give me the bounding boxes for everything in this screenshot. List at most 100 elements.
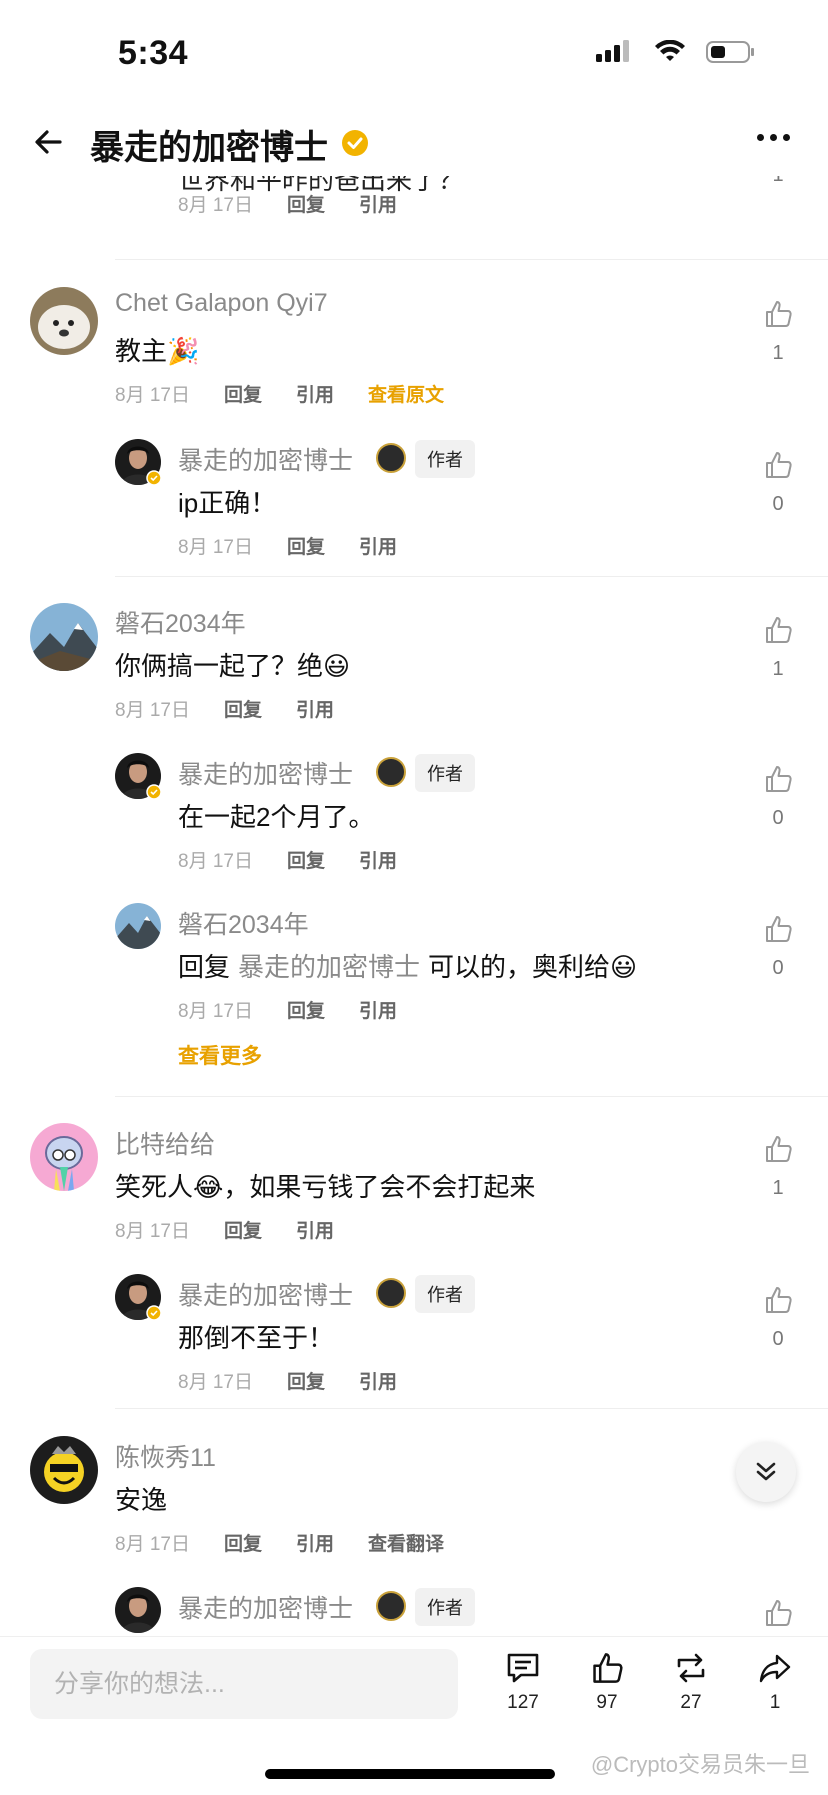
thumbs-up-icon — [766, 1600, 792, 1626]
like-post-button[interactable]: 97 — [577, 1651, 637, 1714]
reply-button[interactable]: 回复 — [287, 532, 325, 559]
reply-button[interactable]: 回复 — [224, 1216, 262, 1243]
status-icons — [596, 40, 756, 64]
like-count: 1 — [758, 176, 798, 187]
avatar[interactable] — [115, 1587, 161, 1633]
view-original-button[interactable]: 查看原文 — [368, 380, 444, 407]
like-button[interactable]: 0 — [758, 764, 798, 830]
share-button[interactable]: 1 — [745, 1651, 805, 1714]
quote-button[interactable]: 引用 — [359, 1367, 397, 1394]
reply-body: 可以的，奥利给😃 — [428, 952, 638, 982]
scroll-down-button[interactable] — [736, 1442, 796, 1502]
thumbs-up-icon — [766, 1136, 792, 1162]
reply-button[interactable]: 回复 — [287, 846, 325, 873]
like-count: 0 — [772, 1328, 784, 1350]
mention-link[interactable]: 暴走的加密博士 — [238, 947, 420, 984]
avatar-dog-image — [30, 287, 98, 355]
bottom-action-bar: 127 97 27 1 @Crypto交易员朱一旦 — [0, 1636, 828, 1795]
creator-badge-icon — [376, 1278, 406, 1308]
see-more-button[interactable]: 查看更多 — [178, 1040, 262, 1070]
like-button[interactable]: 0 — [758, 1285, 798, 1351]
avatar[interactable] — [30, 1123, 98, 1191]
quote-button[interactable]: 引用 — [296, 1529, 334, 1556]
divider — [115, 1408, 828, 1409]
comment-icon — [507, 1653, 539, 1683]
like-button[interactable]: 1 — [758, 299, 798, 365]
quote-button[interactable]: 引用 — [359, 190, 397, 217]
comment-meta: 8月 17日 回复 引用 — [115, 1216, 368, 1243]
quote-button[interactable]: 引用 — [296, 380, 334, 407]
comment-meta: 8月 17日 回复 引用 — [178, 190, 431, 217]
reply-text: ip正确！ — [178, 488, 277, 518]
home-indicator[interactable] — [265, 1769, 555, 1779]
reply-button[interactable]: 回复 — [287, 1367, 325, 1394]
reply-username[interactable]: 暴走的加密博士 — [178, 441, 353, 477]
reply-meta: 8月 17日 回复 引用 — [178, 996, 431, 1023]
comment-username[interactable]: 磐石2034年 — [115, 604, 246, 640]
reply-username[interactable]: 暴走的加密博士 — [178, 755, 353, 791]
like-button[interactable]: 1 — [758, 615, 798, 681]
comment-input[interactable] — [30, 1649, 458, 1719]
like-button[interactable]: 1 — [758, 176, 798, 187]
dot — [757, 134, 764, 141]
like-count: 1 — [772, 342, 784, 364]
like-count: 0 — [772, 807, 784, 829]
author-tag: 作者 — [415, 440, 475, 478]
thumbs-up-icon — [766, 452, 792, 478]
verified-mini-icon — [146, 1305, 162, 1321]
comment-text: 你俩搞一起了？绝😃 — [115, 651, 351, 681]
header: 暴走的加密博士 — [0, 108, 828, 176]
comment-meta: 8月 17日 回复 引用 查看翻译 — [115, 1529, 444, 1556]
thumbs-up-icon — [766, 916, 792, 942]
avatar[interactable] — [30, 603, 98, 671]
verified-mini-icon — [146, 470, 162, 486]
thumbs-up-icon — [766, 1287, 792, 1313]
quote-button[interactable]: 引用 — [296, 1216, 334, 1243]
thumbs-up-icon — [593, 1653, 623, 1683]
reply-meta: 8月 17日 回复 引用 — [178, 532, 431, 559]
like-count: 1 — [772, 658, 784, 680]
quote-button[interactable]: 引用 — [296, 695, 334, 722]
reply-button[interactable]: 回复 — [287, 190, 325, 217]
wifi-icon — [655, 40, 685, 61]
reply-meta: 8月 17日 回复 引用 — [178, 1367, 431, 1394]
repost-icon — [677, 1653, 705, 1683]
reply-username[interactable]: 暴走的加密博士 — [178, 1276, 353, 1312]
back-arrow-icon[interactable] — [30, 122, 70, 162]
like-button[interactable]: 1 — [758, 1134, 798, 1200]
comment-username[interactable]: Chet Galapon Qyi7 — [115, 289, 328, 318]
reply-button[interactable]: 回复 — [224, 695, 262, 722]
comment-count: 127 — [507, 1692, 539, 1713]
reply-date: 8月 17日 — [178, 851, 253, 872]
quote-button[interactable]: 引用 — [359, 846, 397, 873]
reply-username[interactable]: 磐石2034年 — [178, 905, 309, 941]
reply-username[interactable]: 暴走的加密博士 — [178, 1589, 353, 1625]
reply-date: 8月 17日 — [178, 1001, 253, 1022]
view-translation-button[interactable]: 查看翻译 — [368, 1529, 444, 1556]
comments-button[interactable]: 127 — [493, 1651, 553, 1714]
quote-button[interactable]: 引用 — [359, 532, 397, 559]
reply-text: 在一起2个月了。 — [178, 802, 375, 832]
avatar[interactable] — [30, 287, 98, 355]
watermark-text: @Crypto交易员朱一旦 — [590, 1752, 810, 1777]
repost-button[interactable]: 27 — [661, 1651, 721, 1714]
like-button[interactable] — [758, 1598, 798, 1633]
like-button[interactable]: 0 — [758, 914, 798, 980]
avatar[interactable] — [115, 903, 161, 949]
reply-button[interactable]: 回复 — [224, 1529, 262, 1556]
page-title: 暴走的加密博士 — [90, 129, 328, 167]
comment-username[interactable]: 陈恢秀11 — [115, 1438, 216, 1474]
comment-username[interactable]: 比特给给 — [115, 1125, 215, 1161]
comment-meta: 8月 17日 回复 引用 查看原文 — [115, 380, 444, 407]
share-icon — [759, 1654, 791, 1683]
reply-button[interactable]: 回复 — [224, 380, 262, 407]
avatar[interactable] — [30, 1436, 98, 1504]
reply-meta: 8月 17日 回复 引用 — [178, 846, 431, 873]
creator-badge-icon — [376, 757, 406, 787]
signal-icon — [596, 40, 629, 62]
more-options-button[interactable] — [757, 134, 790, 141]
quote-button[interactable]: 引用 — [359, 996, 397, 1023]
divider — [115, 576, 828, 577]
like-button[interactable]: 0 — [758, 450, 798, 516]
reply-button[interactable]: 回复 — [287, 996, 325, 1023]
